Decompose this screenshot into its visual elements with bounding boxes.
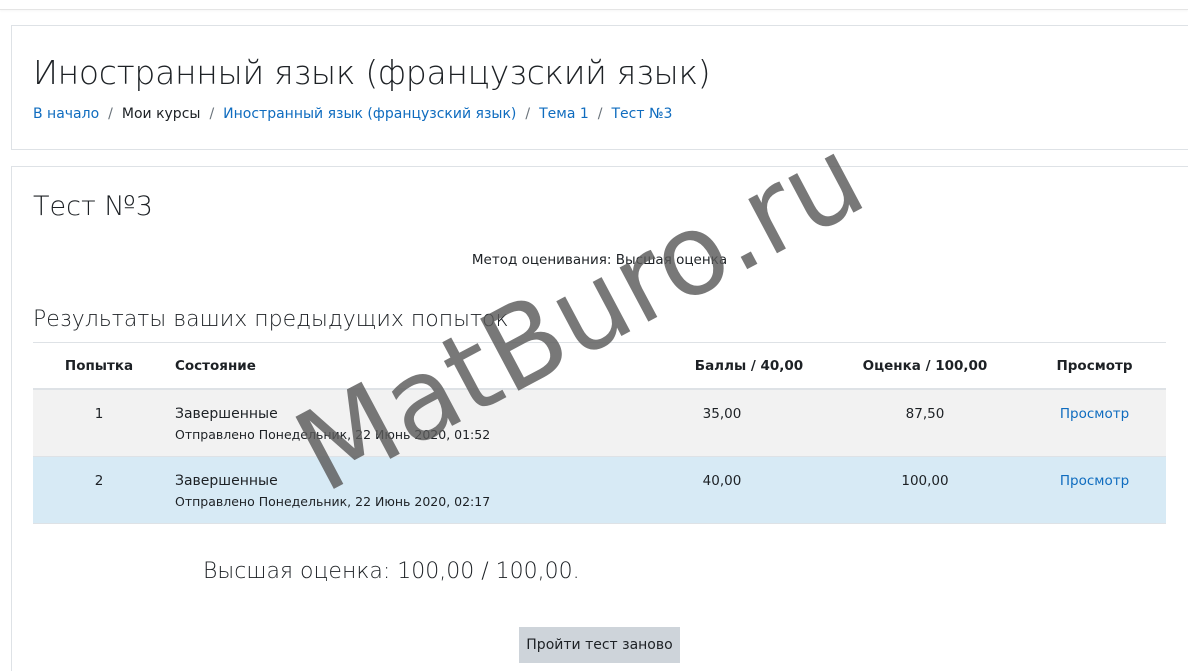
review-link[interactable]: Просмотр (1060, 473, 1129, 489)
submitted-date: Отправлено Понедельник, 22 Июнь 2020, 01… (175, 427, 491, 442)
retake-quiz-button[interactable]: Пройти тест заново (519, 627, 680, 663)
header-state: Состояние (175, 357, 256, 374)
header-attempt: Попытка (64, 357, 134, 374)
header-review: Просмотр (1056, 357, 1133, 374)
table-header-row: Попытка Состояние Баллы / 40,00 Оценка /… (33, 343, 1166, 390)
table-row: 2 Завершенные Отправлено Понедельник, 22… (33, 457, 1166, 524)
quiz-title: Тест №3 (33, 191, 153, 222)
top-navbar (0, 0, 1188, 10)
submitted-date: Отправлено Понедельник, 22 Июнь 2020, 02… (175, 494, 491, 509)
attempt-number: 2 (94, 473, 104, 489)
quiz-main-region: Тест №3 Метод оценивания: Высшая оценка … (11, 166, 1188, 671)
breadcrumb: В начало / Мои курсы / Иностранный язык … (33, 106, 672, 122)
attempt-state: Завершенные Отправлено Понедельник, 22 И… (165, 390, 617, 442)
attempt-marks: 40,00 (702, 473, 742, 489)
attempt-grade: 100,00 (901, 473, 949, 489)
review-link[interactable]: Просмотр (1060, 406, 1129, 422)
state-label: Завершенные (175, 406, 278, 422)
breadcrumb-my-courses: Мои курсы (121, 106, 201, 122)
results-heading: Результаты ваших предыдущих попыток (33, 307, 509, 332)
breadcrumb-quiz[interactable]: Тест №3 (611, 106, 672, 122)
breadcrumb-home[interactable]: В начало (33, 106, 99, 122)
final-grade: Высшая оценка: 100,00 / 100,00. (203, 559, 580, 584)
course-title: Иностранный язык (французский язык) (33, 53, 711, 92)
breadcrumb-separator: / (597, 106, 603, 122)
page-header: Иностранный язык (французский язык) В на… (11, 25, 1188, 150)
header-grade: Оценка / 100,00 (862, 357, 988, 374)
breadcrumb-topic[interactable]: Тема 1 (539, 106, 589, 122)
breadcrumb-separator: / (209, 106, 215, 122)
breadcrumb-separator: / (525, 106, 531, 122)
breadcrumb-course[interactable]: Иностранный язык (французский язык) (223, 106, 516, 122)
review-cell: Просмотр (1023, 457, 1166, 489)
attempt-state: Завершенные Отправлено Понедельник, 22 И… (165, 457, 617, 509)
attempts-table: Попытка Состояние Баллы / 40,00 Оценка /… (33, 342, 1166, 524)
header-marks: Баллы / 40,00 (694, 357, 804, 374)
state-label: Завершенные (175, 473, 278, 489)
breadcrumb-separator: / (108, 106, 113, 122)
review-cell: Просмотр (1023, 390, 1166, 422)
attempt-grade: 87,50 (905, 406, 945, 422)
attempt-number: 1 (94, 406, 104, 422)
grading-method: Метод оценивания: Высшая оценка (471, 252, 728, 268)
table-row: 1 Завершенные Отправлено Понедельник, 22… (33, 390, 1166, 457)
attempt-marks: 35,00 (702, 406, 742, 422)
